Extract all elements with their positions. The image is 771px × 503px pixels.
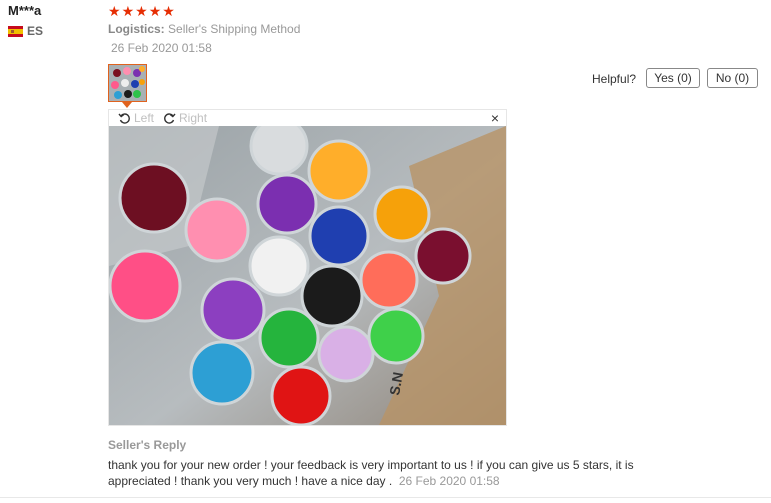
seller-reply-title: Seller's Reply (108, 438, 187, 452)
helpful-label: Helpful? (592, 72, 637, 86)
star-icon: ★ (108, 3, 121, 19)
review-date: 26 Feb 2020 01:58 (111, 41, 212, 55)
review-photo: S.N (109, 126, 506, 425)
rotate-right-label: Right (179, 111, 208, 125)
review-divider (0, 497, 771, 498)
star-icon: ★ (121, 3, 135, 19)
reviewer-country: ES (8, 24, 43, 38)
close-viewer-icon[interactable]: × (491, 111, 499, 125)
rotate-right-icon (163, 112, 176, 125)
star-icon: ★ (148, 3, 162, 19)
spain-flag-icon (8, 25, 23, 37)
photo-viewer-toolbar: Left Right (109, 110, 506, 126)
seller-reply-body: thank you for your new order ! your feed… (108, 457, 668, 489)
country-code: ES (27, 24, 44, 38)
star-icon: ★ (135, 3, 148, 19)
rotate-left-icon (118, 112, 131, 125)
photo-viewer: Left Right × S.N (108, 109, 507, 426)
seller-reply-text: thank you for your new order ! your feed… (108, 458, 634, 488)
rotate-right-button[interactable]: Right (163, 111, 207, 125)
reviewer-name: M***a (8, 3, 42, 18)
seller-reply-date: 26 Feb 2020 01:58 (398, 474, 500, 488)
rotate-left-label: Left (134, 111, 155, 125)
review-photo-thumbnail[interactable] (108, 64, 147, 102)
star-icon: ★ (162, 3, 175, 19)
rotate-left-button[interactable]: Left (118, 111, 154, 125)
helpful-no-button[interactable]: No (0) (707, 68, 758, 88)
logistics-info: Logistics: Seller's Shipping Method (108, 22, 300, 36)
star-rating: ★ ★ ★ ★ ★ (108, 3, 175, 19)
thumbnail-selected-caret (122, 102, 132, 108)
logistics-label: Logistics: (108, 22, 165, 36)
logistics-value: Seller's Shipping Method (168, 22, 301, 36)
helpful-yes-button[interactable]: Yes (0) (646, 68, 700, 88)
